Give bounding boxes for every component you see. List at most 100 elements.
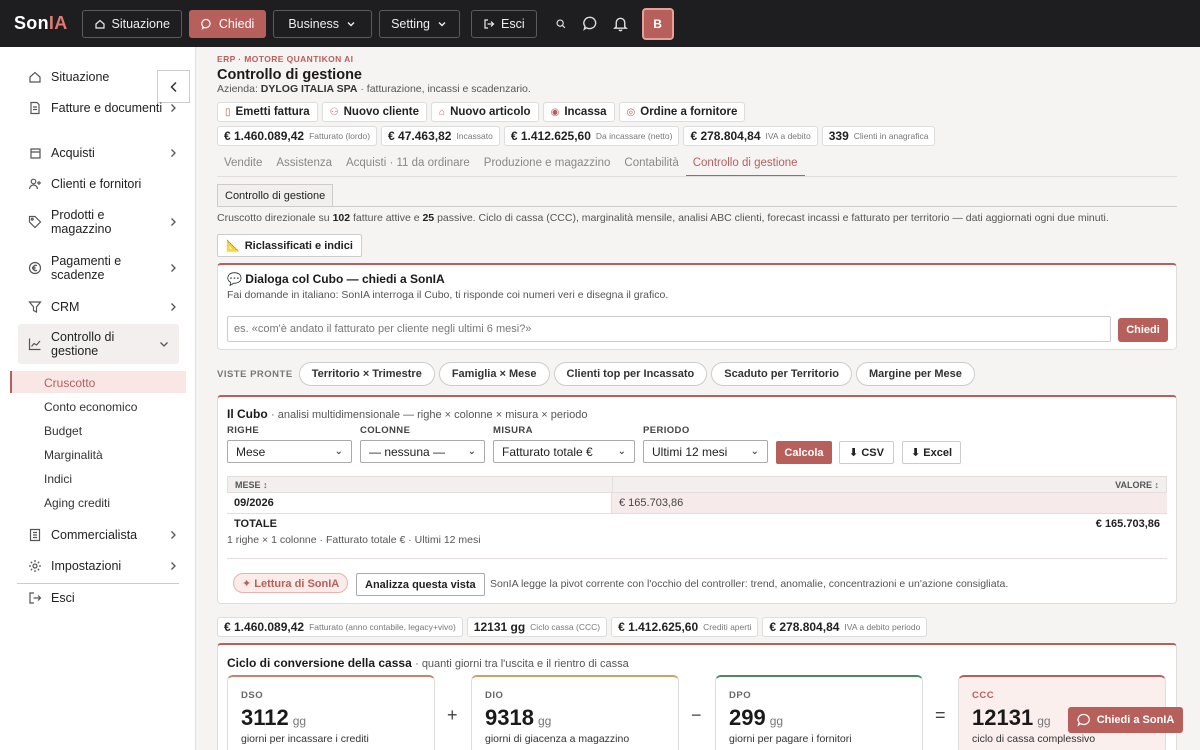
lettura-sonia-badge: ✦ Lettura di SonIA [233, 573, 349, 593]
periodo-select[interactable]: Ultimi 12 mesi ⌄ [643, 440, 768, 463]
setting-menu[interactable]: Setting [379, 9, 460, 38]
kpi-label: Crediti aperti [703, 622, 752, 632]
minus-operator: − [691, 705, 702, 725]
card-value: 299 gg [729, 705, 909, 731]
vista-pill[interactable]: Clienti top per Incassato [553, 362, 708, 386]
kpi-badge: 339 Clienti in anagrafica [821, 126, 936, 146]
sidebar-item-label: Situazione [51, 70, 110, 84]
periodo-label: PERIODO [643, 425, 690, 436]
excel-button[interactable]: ⬇ Excel [902, 441, 961, 464]
card-number: 3112 [241, 705, 289, 730]
tab-contabilita[interactable]: Contabilità [617, 153, 685, 177]
dialog-chiedi-button[interactable]: Chiedi [1118, 318, 1168, 342]
sidebar-item-crm[interactable]: CRM [28, 300, 178, 314]
kpi-badge: € 1.412.625,60 Crediti aperti [611, 617, 759, 637]
righe-select[interactable]: Mese ⌄ [227, 440, 352, 463]
action-label: Incassa [564, 106, 607, 118]
card-label: DIO [485, 690, 504, 701]
csv-button[interactable]: ⬇ CSV [839, 441, 894, 464]
sidebar-subitem-indici[interactable]: Indici [44, 472, 72, 486]
vista-pill[interactable]: Territorio × Trimestre [298, 362, 435, 386]
tab-controllo-gestione[interactable]: Controllo di gestione [685, 153, 805, 177]
sidebar-item-fatture[interactable]: Fatture e documenti [28, 101, 178, 115]
ciclo-subtitle: · quanti giorni tra l'uscita e il rientr… [415, 658, 629, 670]
misura-label: MISURA [493, 425, 533, 436]
sidebar-item-clienti[interactable]: Clienti e fornitori [28, 177, 178, 191]
situazione-label: Situazione [111, 16, 170, 31]
action-label: Ordine a fornitore [640, 106, 738, 118]
incassa-button[interactable]: ◉ Incassa [542, 102, 615, 122]
chevron-down-icon [347, 21, 355, 26]
bell-icon[interactable] [608, 10, 634, 38]
tabs-divider [217, 176, 1177, 177]
kpi-value: € 278.804,84 [769, 620, 840, 634]
sidebar-item-controllo[interactable]: Controllo di gestione [18, 324, 179, 364]
sidebar-item-label: Clienti e fornitori [51, 177, 142, 191]
sidebar-item-prodotti[interactable]: Prodotti e magazzino [28, 208, 178, 236]
table-cell: TOTALE [234, 517, 277, 530]
sidebar-item-pagamenti[interactable]: Pagamenti e scadenze [28, 254, 178, 282]
kpi-value: € 1.412.625,60 [510, 129, 591, 143]
logo[interactable]: Son IA [14, 13, 68, 34]
column-header-mese[interactable]: MESE ↕ [228, 477, 613, 492]
sidebar-subitem-budget[interactable]: Budget [44, 424, 82, 438]
tab-acquisti[interactable]: Acquisti · 11 da ordinare [339, 153, 477, 177]
tab-assistenza[interactable]: Assistenza [269, 153, 339, 177]
sidebar-subitem-cruscotto[interactable]: Cruscotto [44, 376, 95, 390]
card-desc: giorni per pagare i fornitori [729, 733, 852, 745]
sidebar-subitem-aging-crediti[interactable]: Aging crediti [44, 496, 110, 510]
colonne-select[interactable]: — nessuna — ⌄ [360, 440, 485, 463]
emetti-fattura-button[interactable]: ▯ Emetti fattura [217, 102, 318, 122]
column-header-valore[interactable]: VALORE ↕ [613, 477, 1166, 492]
tab-produzione[interactable]: Produzione e magazzino [477, 153, 618, 177]
analizza-note: SonIA legge la pivot corrente con l'occh… [490, 578, 1009, 590]
misura-select[interactable]: Fatturato totale € ⌄ [493, 440, 635, 463]
nuovo-cliente-button[interactable]: ⚇ Nuovo cliente [321, 102, 428, 122]
riclassificati-button[interactable]: 📐 Riclassificati e indici [217, 234, 362, 257]
card-label: DPO [729, 690, 752, 701]
chevron-right-icon [171, 104, 176, 112]
card-value: 3112 gg [241, 705, 421, 731]
vista-pill[interactable]: Margine per Mese [855, 362, 975, 386]
funnel-icon [28, 301, 42, 313]
analizza-vista-button[interactable]: Analizza questa vista [356, 573, 485, 596]
avatar[interactable]: B [641, 7, 674, 40]
kpi-value: € 278.804,84 [690, 129, 761, 143]
kpi-badge: € 1.460.089,42 Fatturato (lordo) [217, 126, 378, 146]
vista-pill[interactable]: Famiglia × Mese [438, 362, 550, 386]
sidebar-item-impostazioni[interactable]: Impostazioni [28, 559, 178, 573]
subtab-controllo-gestione[interactable]: Controllo di gestione [217, 184, 334, 206]
viste-label: VISTE PRONTE [217, 368, 293, 380]
sidebar-item-label: Acquisti [51, 146, 95, 160]
calcola-button[interactable]: Calcola [776, 441, 832, 464]
situazione-button[interactable]: Situazione [81, 9, 182, 38]
sidebar-subitem-conto-economico[interactable]: Conto economico [44, 400, 137, 414]
sidebar-item-esci[interactable]: Esci [28, 591, 178, 605]
ordine-fornitore-button[interactable]: ◎ Ordine a fornitore [618, 102, 746, 122]
kpi-badge: 12131 gg Ciclo cassa (CCC) [466, 617, 608, 637]
business-menu[interactable]: Business [273, 9, 373, 38]
chevron-right-icon [171, 218, 176, 226]
gear-icon [29, 560, 41, 572]
table-cell: 09/2026 [227, 493, 612, 513]
sidebar-subitem-marginalita[interactable]: Marginalità [44, 448, 103, 462]
card-unit: gg [537, 714, 552, 728]
nuovo-articolo-button[interactable]: ⌂ Nuovo articolo [431, 102, 539, 122]
search-icon[interactable] [548, 10, 574, 38]
vista-pill[interactable]: Scaduto per Territorio [711, 362, 852, 386]
sidebar-item-commercialista[interactable]: Commercialista [28, 528, 178, 542]
righe-label: RIGHE [227, 425, 260, 436]
tab-vendite[interactable]: Vendite [217, 153, 269, 177]
kpi-value: € 1.460.089,42 [224, 129, 305, 143]
chevron-down-icon [438, 21, 446, 26]
table-cell: € 165.703,86 [1095, 517, 1160, 530]
chevron-right-icon [171, 264, 176, 272]
chiedi-button[interactable]: Chiedi [188, 9, 267, 38]
esci-button[interactable]: Esci [470, 9, 537, 38]
dialog-question-input[interactable]: es. «com'è andato il fatturato per clien… [227, 316, 1111, 342]
user-add-icon [28, 178, 41, 190]
sidebar-item-acquisti[interactable]: Acquisti [28, 146, 178, 160]
messages-icon[interactable] [578, 10, 604, 38]
sidebar-item-situazione[interactable]: Situazione [28, 70, 178, 84]
chiedi-sonia-floating-button[interactable]: Chiedi a SonIA [1068, 707, 1183, 733]
